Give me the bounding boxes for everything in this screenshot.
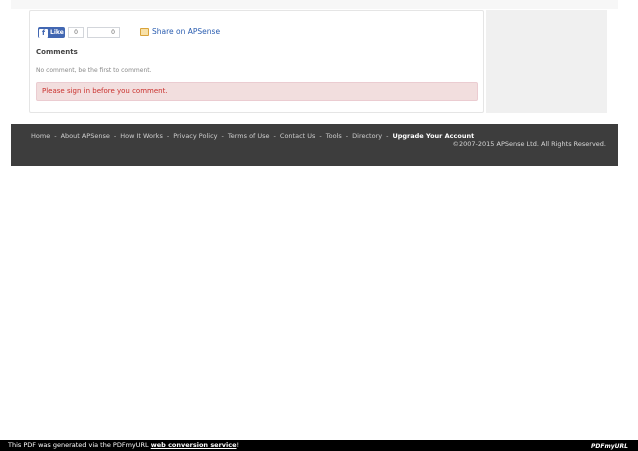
footer-separator: - (273, 132, 276, 140)
web-conversion-service-link[interactable]: web conversion service (151, 441, 237, 449)
pdfmyurl-logo[interactable]: PDFmyURL (591, 441, 628, 451)
footer-separator: - (319, 132, 322, 140)
comments-card: f Like 0 0 Share on APSense Comments No … (29, 10, 484, 113)
footer-link-about[interactable]: About APSense (61, 132, 110, 140)
pdf-bar-prefix: This PDF was generated via the PDFmyURL (8, 441, 149, 449)
site-footer: Home - About APSense - How It Works - Pr… (11, 124, 618, 166)
footer-separator: - (345, 132, 349, 140)
share-label: Share on APSense (152, 27, 221, 36)
share-count: 0 (87, 27, 120, 38)
copyright-text: ©2007-2015 APSense Ltd. All Rights Reser… (452, 140, 607, 148)
footer-link-terms[interactable]: Terms of Use (228, 132, 270, 140)
footer-separator: - (54, 132, 57, 140)
comments-heading: Comments (36, 48, 78, 56)
footer-separator: - (166, 132, 170, 140)
footer-link-how-it-works[interactable]: How It Works (120, 132, 163, 140)
share-on-apsense-link[interactable]: Share on APSense (140, 27, 220, 36)
footer-separator: - (221, 132, 224, 140)
footer-link-tools[interactable]: Tools (326, 132, 342, 140)
footer-link-contact[interactable]: Contact Us (280, 132, 316, 140)
facebook-like-button[interactable]: f Like (38, 27, 65, 38)
pdf-generator-bar: This PDF was generated via the PDFmyURL … (0, 440, 638, 451)
like-label: Like (50, 29, 64, 36)
share-icon (140, 27, 149, 36)
footer-link-upgrade[interactable]: Upgrade Your Account (392, 132, 474, 140)
facebook-icon: f (39, 28, 48, 38)
share-count-value: 0 (111, 29, 115, 36)
like-count: 0 (68, 27, 84, 38)
signin-alert[interactable]: Please sign in before you comment. (36, 82, 478, 101)
footer-separator: - (113, 132, 117, 140)
footer-link-privacy[interactable]: Privacy Policy (173, 132, 217, 140)
footer-link-directory[interactable]: Directory (352, 132, 382, 140)
footer-separator: - (386, 132, 389, 140)
sidebar-panel (486, 10, 607, 113)
no-comment-text: No comment, be the first to comment. (36, 67, 152, 74)
top-strip (11, 0, 618, 9)
footer-link-home[interactable]: Home (31, 132, 50, 140)
pdf-bar-suffix: ! (236, 441, 240, 449)
footer-links: Home - About APSense - How It Works - Pr… (31, 132, 474, 140)
